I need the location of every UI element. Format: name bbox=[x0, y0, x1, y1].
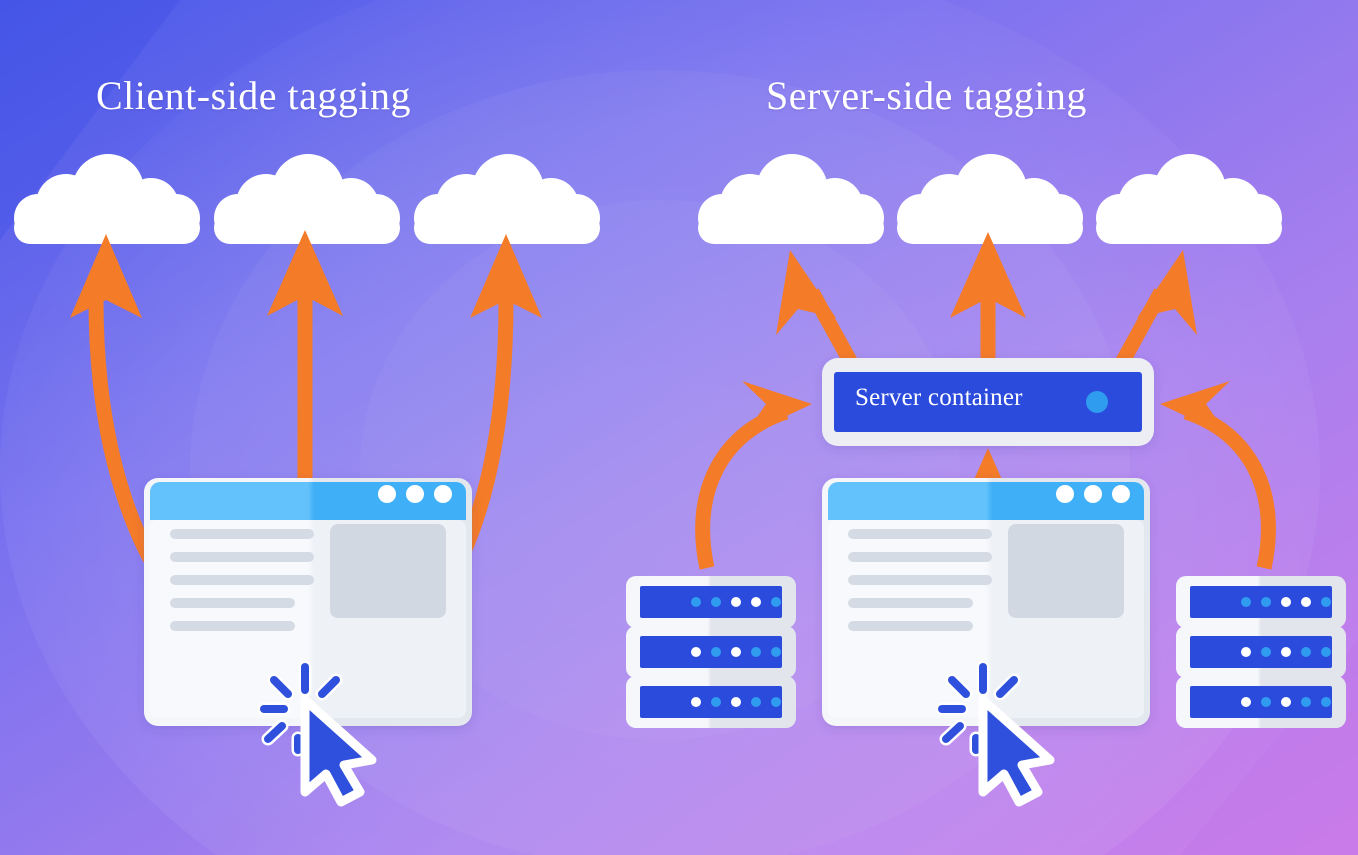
server-rack-unit bbox=[626, 576, 796, 628]
arrowhead bbox=[1160, 381, 1230, 436]
arrowhead bbox=[70, 234, 142, 318]
server-rack-unit bbox=[1176, 576, 1346, 628]
diagram-canvas: Client-side tagging Server-side tagging … bbox=[0, 0, 1358, 855]
arrow-rack-left-to-container bbox=[695, 381, 812, 570]
cloud-icon bbox=[897, 154, 1083, 244]
cloud-group-right bbox=[698, 154, 1282, 244]
image-placeholder bbox=[330, 524, 446, 618]
server-rack-unit bbox=[1176, 676, 1346, 728]
window-controls[interactable] bbox=[1056, 485, 1130, 503]
arrow-rack-right-to-container bbox=[1160, 381, 1276, 570]
window-dot bbox=[378, 485, 396, 503]
window-dot bbox=[1084, 485, 1102, 503]
server-rack-right[interactable] bbox=[1176, 576, 1346, 728]
window-dot bbox=[406, 485, 424, 503]
server-rack-unit bbox=[626, 676, 796, 728]
server-rack-unit bbox=[1176, 626, 1346, 678]
window-dot bbox=[1112, 485, 1130, 503]
cloud-icon bbox=[14, 154, 200, 244]
window-controls[interactable] bbox=[378, 485, 452, 503]
server-rack-unit bbox=[626, 626, 796, 678]
page-title-server-side: Server-side tagging bbox=[766, 73, 1087, 118]
window-dot bbox=[434, 485, 452, 503]
server-container-label: Server container bbox=[855, 384, 1023, 411]
window-dot bbox=[1056, 485, 1074, 503]
arrowhead bbox=[742, 381, 812, 436]
server-rack-left[interactable] bbox=[626, 576, 796, 728]
image-placeholder bbox=[1008, 524, 1124, 618]
status-dot-icon bbox=[1086, 391, 1108, 413]
page-title-client-side: Client-side tagging bbox=[96, 73, 412, 118]
cloud-icon bbox=[414, 154, 600, 244]
cloud-icon bbox=[1096, 154, 1282, 244]
diagram-artwork bbox=[14, 154, 1346, 807]
cloud-icon bbox=[214, 154, 400, 244]
cloud-icon bbox=[698, 154, 884, 244]
cloud-group-left bbox=[14, 154, 600, 244]
